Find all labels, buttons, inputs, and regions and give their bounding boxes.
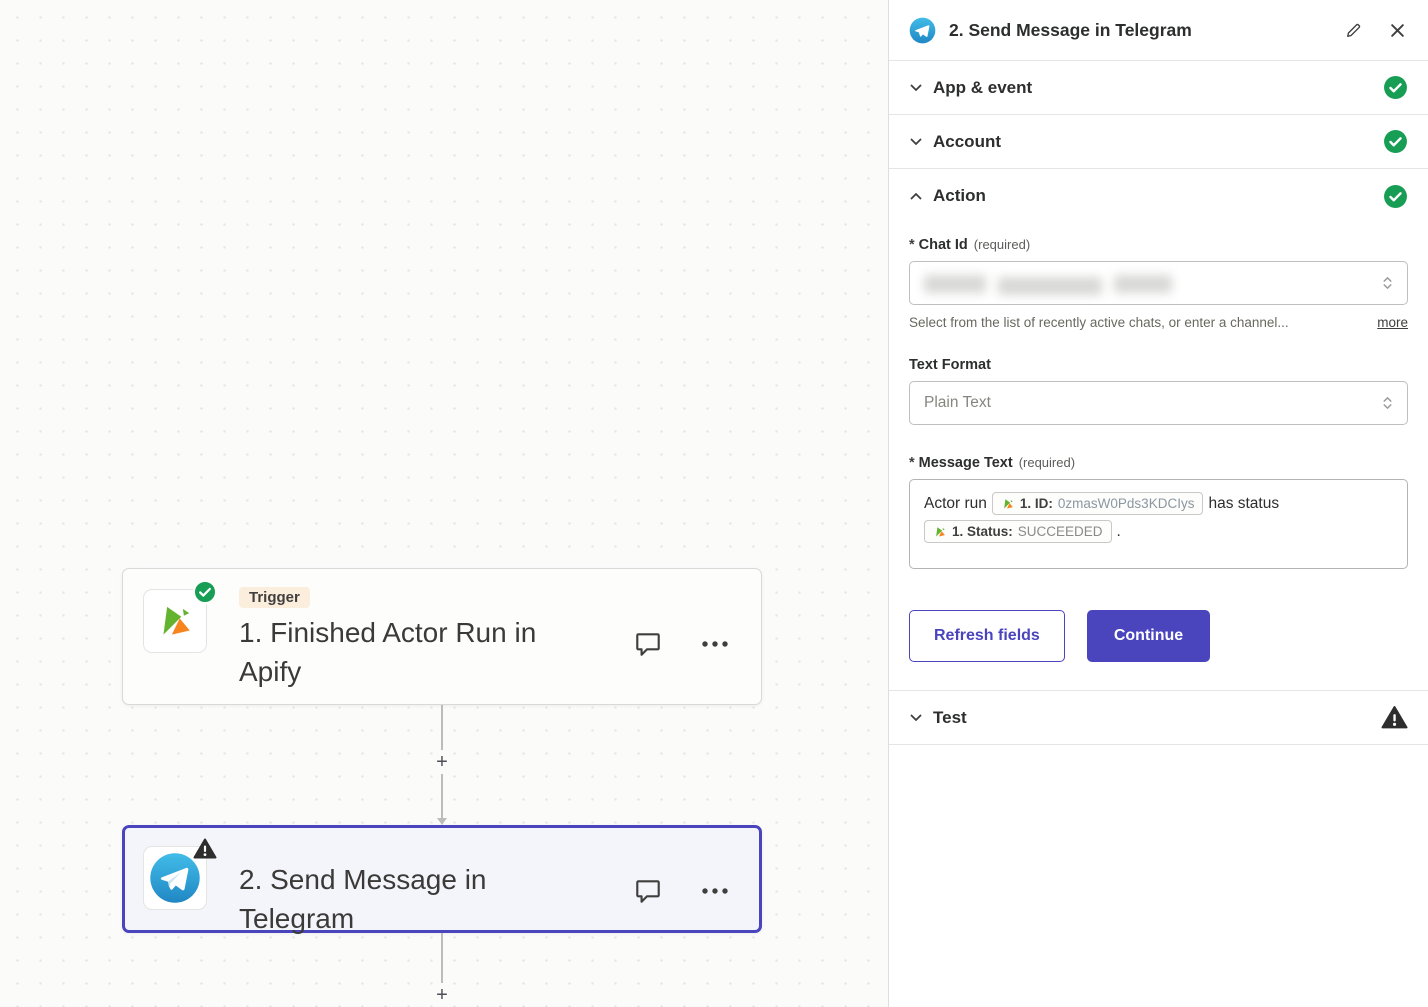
chevron-down-icon[interactable]	[909, 81, 923, 95]
step-menu-button[interactable]	[699, 638, 731, 650]
chat-id-label: *Chat Id(required)	[909, 237, 1408, 253]
continue-button[interactable]: Continue	[1087, 610, 1210, 662]
apify-logo-icon	[1001, 497, 1015, 511]
chevron-down-icon[interactable]	[909, 135, 923, 149]
section-label-app-event: App & event	[933, 78, 1373, 98]
apify-logo-icon	[933, 525, 947, 539]
step-connector: +	[432, 705, 452, 825]
chevron-down-icon[interactable]	[909, 711, 923, 725]
refresh-fields-button[interactable]: Refresh fields	[909, 610, 1065, 662]
chat-id-select[interactable]	[909, 261, 1408, 305]
message-text-static: has status	[1208, 495, 1279, 512]
ellipsis-menu-icon	[701, 640, 729, 648]
add-step-button[interactable]: +	[436, 983, 448, 1007]
text-format-value: Plain Text	[924, 394, 991, 412]
action-step-card[interactable]: 2. Send Message in Telegram	[122, 825, 762, 933]
required-asterisk: *	[909, 237, 915, 253]
note-bubble-icon	[633, 876, 663, 906]
close-x-icon	[1389, 22, 1406, 39]
add-step-button[interactable]: +	[436, 750, 448, 774]
warning-badge-icon	[193, 837, 217, 861]
trigger-card-actions	[631, 627, 731, 661]
token-label: 1. Status:	[952, 522, 1013, 541]
message-text-static: Actor run	[924, 495, 987, 512]
more-link[interactable]: more	[1377, 315, 1408, 330]
action-buttons-row: Refresh fields Continue	[909, 610, 1408, 662]
message-text-static: .	[1117, 523, 1121, 540]
section-account[interactable]: Account	[889, 115, 1428, 169]
panel-header: 2. Send Message in Telegram	[889, 0, 1428, 61]
field-token-run-status[interactable]: 1. Status: SUCCEEDED	[924, 520, 1112, 543]
warning-triangle-icon	[1381, 705, 1408, 730]
token-value: 0zmasW0Pds3KDCIys	[1058, 494, 1195, 513]
telegram-app-icon-box	[143, 846, 207, 910]
required-note: (required)	[1019, 455, 1075, 470]
check-circle-icon	[1383, 184, 1408, 209]
field-token-run-id[interactable]: 1. ID: 0zmasW0Pds3KDCIys	[992, 492, 1204, 515]
trigger-step-card[interactable]: Trigger 1. Finished Actor Run in Apify	[122, 568, 762, 705]
required-note: (required)	[974, 237, 1030, 252]
section-label-action: Action	[933, 186, 1373, 206]
success-check-badge-icon	[193, 580, 217, 604]
redacted-value	[998, 277, 1102, 295]
apify-app-icon-box	[143, 589, 207, 653]
connector-line	[441, 774, 443, 819]
workflow-canvas[interactable]: Trigger 1. Finished Actor Run in Apify +	[0, 0, 888, 1007]
check-circle-icon	[1383, 129, 1408, 154]
up-down-chevrons-icon	[1380, 275, 1395, 291]
add-note-button[interactable]	[631, 874, 665, 908]
connector-arrow-icon	[437, 818, 447, 825]
redacted-value	[924, 275, 986, 293]
add-note-button[interactable]	[631, 627, 665, 661]
text-format-select[interactable]: Plain Text	[909, 381, 1408, 425]
chat-id-helper-row: Select from the list of recently active …	[909, 315, 1408, 330]
chat-id-helper-text: Select from the list of recently active …	[909, 315, 1365, 330]
note-bubble-icon	[633, 629, 663, 659]
required-asterisk: *	[909, 455, 915, 471]
section-test[interactable]: Test	[889, 691, 1428, 745]
up-down-chevrons-icon	[1380, 395, 1395, 411]
action-step-title: 2. Send Message in Telegram	[239, 860, 584, 938]
trigger-type-pill: Trigger	[239, 587, 310, 608]
message-text-label: *Message Text(required)	[909, 455, 1408, 471]
step-connector: +	[432, 933, 452, 1007]
action-section-content: *Chat Id(required) Select from the list …	[889, 223, 1428, 691]
chevron-up-icon[interactable]	[909, 189, 923, 203]
text-format-label: Text Format	[909, 357, 1408, 373]
rename-step-button[interactable]	[1343, 20, 1364, 41]
telegram-logo-icon	[909, 17, 936, 44]
ellipsis-menu-icon	[701, 887, 729, 895]
apify-logo-icon	[154, 600, 196, 642]
section-label-account: Account	[933, 132, 1373, 152]
redacted-value	[1114, 275, 1172, 293]
section-app-event[interactable]: App & event	[889, 61, 1428, 115]
section-label-test: Test	[933, 708, 1371, 728]
step-menu-button[interactable]	[699, 885, 731, 897]
message-text-editor[interactable]: Actor run 1. ID: 0zmasW0Pds3KDCIys has stat…	[909, 479, 1408, 569]
trigger-step-title: 1. Finished Actor Run in Apify	[239, 613, 584, 691]
section-action[interactable]: Action	[889, 169, 1428, 223]
connector-line	[441, 933, 443, 983]
connector-line	[441, 705, 443, 750]
edit-pencil-icon	[1345, 22, 1362, 39]
step-title: 2. Send Message in Telegram	[949, 20, 1330, 41]
action-card-actions	[631, 874, 731, 908]
step-config-panel: 2. Send Message in Telegram App & event …	[888, 0, 1428, 1007]
token-label: 1. ID:	[1020, 494, 1053, 513]
close-panel-button[interactable]	[1387, 20, 1408, 41]
check-circle-icon	[1383, 75, 1408, 100]
token-value: SUCCEEDED	[1018, 522, 1103, 541]
